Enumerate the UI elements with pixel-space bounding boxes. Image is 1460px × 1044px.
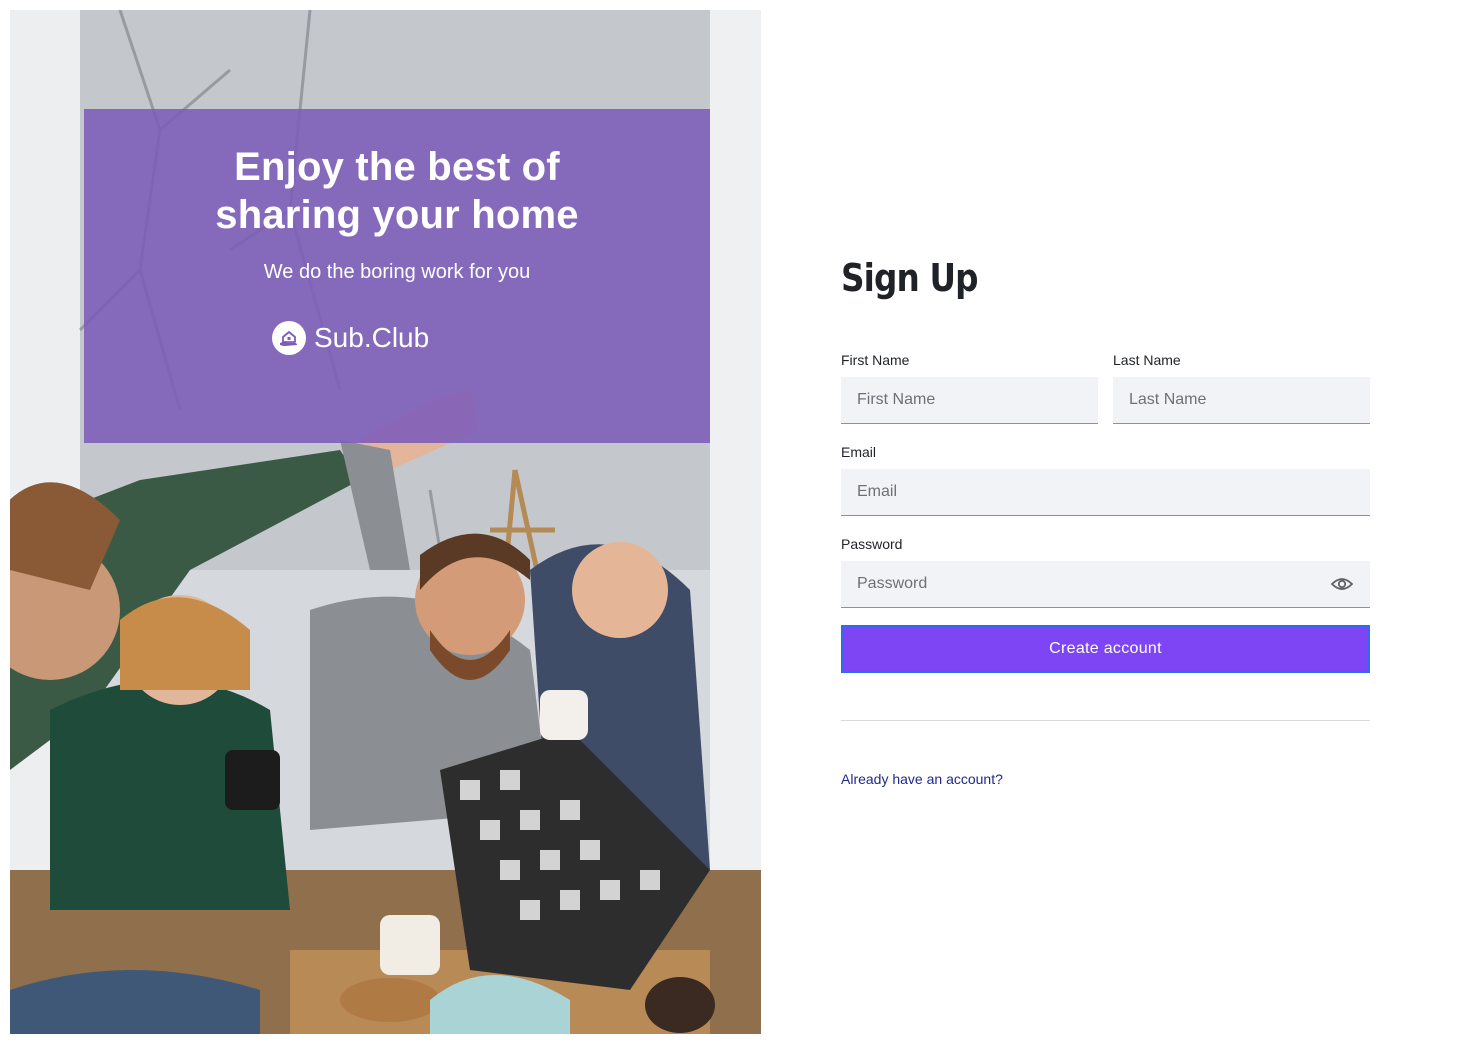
first-name-field-wrapper xyxy=(841,377,1098,424)
signup-form: Sign Up First Name Last Name Email xyxy=(841,250,1370,787)
first-name-group: First Name xyxy=(841,351,1098,424)
last-name-input[interactable] xyxy=(1113,377,1370,423)
first-name-label: First Name xyxy=(841,352,910,368)
last-name-label: Last Name xyxy=(1113,352,1181,368)
house-in-hand-icon xyxy=(272,321,306,355)
first-name-input[interactable] xyxy=(841,377,1098,423)
brand-logo: Sub.Club xyxy=(272,321,429,355)
page-title: Sign Up xyxy=(841,256,979,300)
password-label: Password xyxy=(841,536,903,552)
hero-headline-line2: sharing your home xyxy=(215,193,579,237)
hero-headline-line1: Enjoy the best of xyxy=(234,145,560,189)
brand-name: Sub.Club xyxy=(314,322,430,353)
hero-image: Enjoy the best of sharing your home We d… xyxy=(10,10,761,1034)
eye-icon[interactable] xyxy=(1330,574,1354,594)
email-input[interactable] xyxy=(841,469,1370,515)
hero-overlay: Enjoy the best of sharing your home We d… xyxy=(84,109,710,443)
password-input[interactable] xyxy=(841,561,1370,607)
password-group: Password xyxy=(841,535,1370,608)
create-account-button[interactable]: Create account xyxy=(841,625,1370,673)
last-name-group: Last Name xyxy=(1113,351,1370,424)
last-name-field-wrapper xyxy=(1113,377,1370,424)
login-link[interactable]: Already have an account? xyxy=(841,771,1003,787)
password-field-wrapper xyxy=(841,561,1370,608)
divider xyxy=(841,720,1370,721)
hero-headline: Enjoy the best of sharing your home xyxy=(84,143,710,239)
hero-tagline: We do the boring work for you xyxy=(263,261,531,283)
email-field-wrapper xyxy=(841,469,1370,516)
email-group: Email xyxy=(841,443,1370,516)
email-label: Email xyxy=(841,444,877,460)
signup-page: Enjoy the best of sharing your home We d… xyxy=(0,0,1460,1044)
name-row: First Name Last Name xyxy=(841,351,1370,425)
